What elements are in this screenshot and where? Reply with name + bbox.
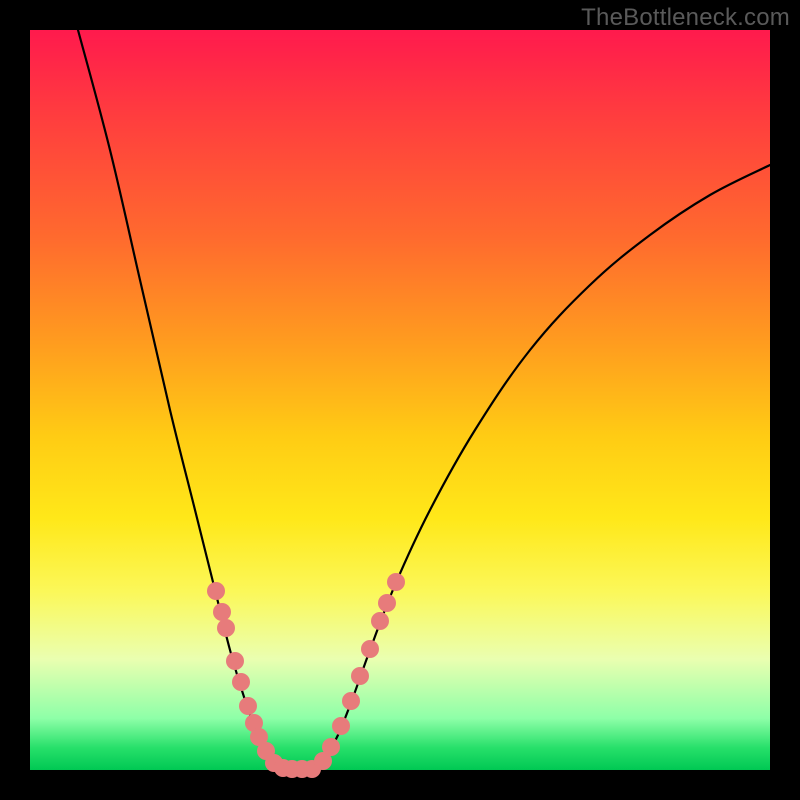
data-dot xyxy=(378,594,396,612)
data-dot xyxy=(332,717,350,735)
data-dot xyxy=(351,667,369,685)
data-dot xyxy=(361,640,379,658)
bottleneck-curve-chart xyxy=(30,30,770,770)
data-dot xyxy=(217,619,235,637)
data-dot xyxy=(371,612,389,630)
data-dot xyxy=(387,573,405,591)
data-dot xyxy=(322,738,340,756)
data-dot xyxy=(213,603,231,621)
data-dot xyxy=(342,692,360,710)
bottleneck-curve xyxy=(78,30,770,770)
dots-group xyxy=(207,573,405,778)
watermark-text: TheBottleneck.com xyxy=(581,4,790,32)
data-dot xyxy=(226,652,244,670)
data-dot xyxy=(239,697,257,715)
data-dot xyxy=(207,582,225,600)
data-dot xyxy=(232,673,250,691)
